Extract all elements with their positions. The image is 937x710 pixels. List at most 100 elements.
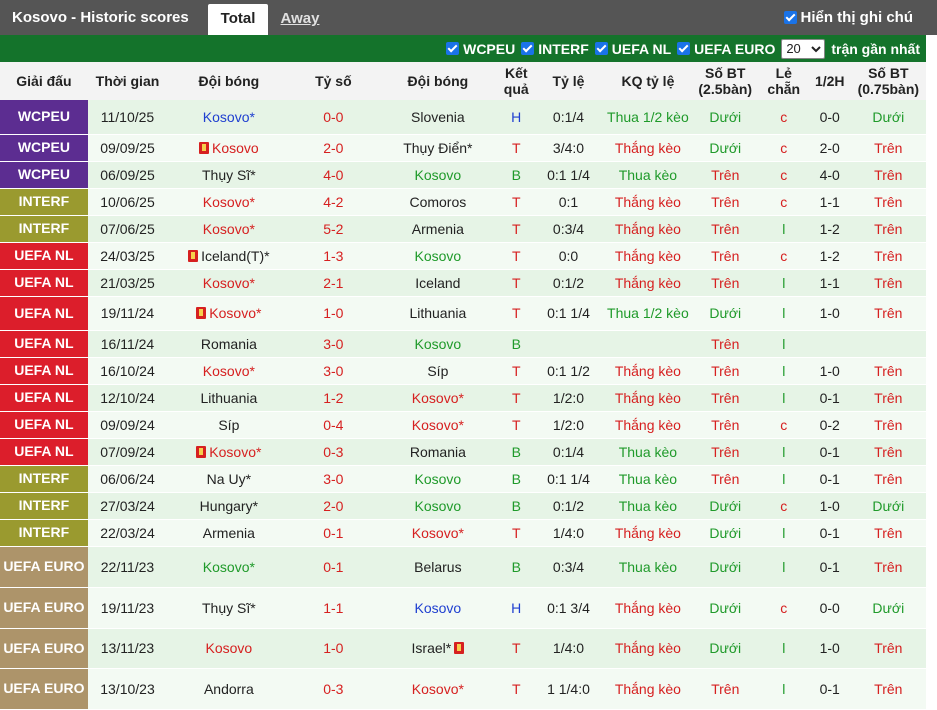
score-link[interactable]: 0-4 — [290, 411, 377, 439]
away-team-name[interactable]: Armenia — [412, 221, 464, 237]
home-team[interactable]: Kosovo — [167, 134, 291, 162]
filter-uefa-nl[interactable]: UEFA NL — [594, 41, 671, 57]
checkbox-icon[interactable] — [521, 42, 535, 55]
score-link[interactable]: 1-2 — [290, 384, 377, 412]
league-badge[interactable]: UEFA NL — [0, 438, 88, 466]
away-team[interactable]: Comoros — [376, 188, 500, 216]
home-team[interactable]: Kosovo* — [167, 438, 291, 466]
home-team-name[interactable]: Kosovo* — [209, 305, 261, 321]
home-team[interactable]: Síp — [167, 411, 291, 439]
away-team[interactable]: Kosovo — [376, 492, 500, 520]
home-team-name[interactable]: Thụy Sĩ* — [202, 600, 256, 616]
away-team[interactable]: Belarus — [376, 546, 500, 588]
away-team-name[interactable]: Comoros — [409, 194, 466, 210]
home-team[interactable]: Hungary* — [167, 492, 291, 520]
score-link[interactable]: 1-1 — [290, 587, 377, 629]
away-team-name[interactable]: Thụy Điển* — [403, 140, 472, 156]
league-badge[interactable]: UEFA EURO — [0, 546, 88, 588]
home-team-name[interactable]: Kosovo — [212, 140, 259, 156]
league-badge[interactable]: UEFA NL — [0, 357, 88, 385]
home-team-name[interactable]: Romania — [201, 336, 257, 352]
home-team[interactable]: Kosovo — [167, 628, 291, 669]
home-team-name[interactable]: Kosovo* — [203, 194, 255, 210]
away-team-name[interactable]: Kosovo — [415, 248, 462, 264]
home-team-name[interactable]: Na Uy* — [207, 471, 251, 487]
home-team[interactable]: Lithuania — [167, 384, 291, 412]
home-team-name[interactable]: Lithuania — [200, 390, 257, 406]
away-team[interactable]: Iceland — [376, 269, 500, 297]
league-badge[interactable]: INTERF — [0, 492, 88, 520]
show-notes-toggle[interactable]: Hiển thị ghi chú — [783, 0, 913, 35]
away-team-name[interactable]: Lithuania — [409, 305, 466, 321]
home-team-name[interactable]: Kosovo* — [203, 363, 255, 379]
home-team-name[interactable]: Kosovo* — [203, 559, 255, 575]
away-team-name[interactable]: Kosovo — [415, 336, 462, 352]
home-team-name[interactable]: Armenia — [203, 525, 255, 541]
score-link[interactable]: 1-0 — [290, 628, 377, 669]
league-badge[interactable]: UEFA EURO — [0, 628, 88, 669]
home-team-name[interactable]: Iceland(T)* — [201, 248, 269, 264]
league-badge[interactable]: WCPEU — [0, 161, 88, 189]
checkbox-icon[interactable] — [677, 42, 691, 55]
league-badge[interactable]: UEFA NL — [0, 330, 88, 358]
filter-wcpeu[interactable]: WCPEU — [446, 41, 515, 57]
away-team-name[interactable]: Kosovo* — [412, 525, 464, 541]
score-link[interactable]: 5-2 — [290, 215, 377, 243]
away-team[interactable]: Lithuania — [376, 296, 500, 331]
home-team[interactable]: Kosovo* — [167, 215, 291, 243]
score-link[interactable]: 0-1 — [290, 519, 377, 547]
away-team-name[interactable]: Belarus — [414, 559, 461, 575]
home-team[interactable]: Kosovo* — [167, 357, 291, 385]
score-link[interactable]: 3-0 — [290, 357, 377, 385]
away-team[interactable]: Kosovo* — [376, 668, 500, 710]
away-team[interactable]: Armenia — [376, 215, 500, 243]
home-team[interactable]: Thụy Sĩ* — [167, 161, 291, 189]
away-team[interactable]: Israel* — [376, 628, 500, 669]
away-team-name[interactable]: Romania — [410, 444, 466, 460]
league-badge[interactable]: INTERF — [0, 215, 88, 243]
score-link[interactable]: 0-0 — [290, 100, 377, 135]
home-team-name[interactable]: Kosovo* — [203, 109, 255, 125]
league-badge[interactable]: UEFA NL — [0, 242, 88, 270]
away-team[interactable]: Kosovo — [376, 587, 500, 629]
league-badge[interactable]: WCPEU — [0, 134, 88, 162]
home-team-name[interactable]: Kosovo* — [203, 221, 255, 237]
away-team[interactable]: Kosovo* — [376, 384, 500, 412]
away-team[interactable]: Kosovo* — [376, 519, 500, 547]
league-badge[interactable]: UEFA EURO — [0, 668, 88, 710]
tab-away[interactable]: Away — [272, 4, 328, 35]
away-team-name[interactable]: Kosovo — [415, 167, 462, 183]
home-team[interactable]: Romania — [167, 330, 291, 358]
home-team[interactable]: Armenia — [167, 519, 291, 547]
away-team-name[interactable]: Israel* — [412, 640, 452, 656]
score-link[interactable]: 2-1 — [290, 269, 377, 297]
league-badge[interactable]: INTERF — [0, 188, 88, 216]
home-team[interactable]: Andorra — [167, 668, 291, 710]
checkbox-icon[interactable] — [594, 42, 608, 55]
away-team[interactable]: Kosovo — [376, 161, 500, 189]
league-badge[interactable]: UEFA NL — [0, 411, 88, 439]
checkbox-icon[interactable] — [783, 11, 797, 24]
home-team[interactable]: Iceland(T)* — [167, 242, 291, 270]
league-badge[interactable]: UEFA NL — [0, 296, 88, 331]
home-team-name[interactable]: Andorra — [204, 681, 254, 697]
filter-interf[interactable]: INTERF — [521, 41, 589, 57]
away-team-name[interactable]: Kosovo* — [412, 417, 464, 433]
score-link[interactable]: 1-3 — [290, 242, 377, 270]
home-team-name[interactable]: Kosovo* — [209, 444, 261, 460]
away-team[interactable]: Slovenia — [376, 100, 500, 135]
home-team-name[interactable]: Thụy Sĩ* — [202, 167, 256, 183]
away-team-name[interactable]: Kosovo — [415, 600, 462, 616]
home-team-name[interactable]: Síp — [218, 417, 239, 433]
score-link[interactable]: 3-0 — [290, 330, 377, 358]
home-team[interactable]: Kosovo* — [167, 188, 291, 216]
score-link[interactable]: 4-0 — [290, 161, 377, 189]
home-team[interactable]: Kosovo* — [167, 269, 291, 297]
league-badge[interactable]: UEFA NL — [0, 269, 88, 297]
score-link[interactable]: 0-3 — [290, 438, 377, 466]
filter-uefa-euro[interactable]: UEFA EURO — [677, 41, 775, 57]
away-team[interactable]: Romania — [376, 438, 500, 466]
league-badge[interactable]: WCPEU — [0, 100, 88, 135]
home-team[interactable]: Kosovo* — [167, 546, 291, 588]
league-badge[interactable]: INTERF — [0, 519, 88, 547]
